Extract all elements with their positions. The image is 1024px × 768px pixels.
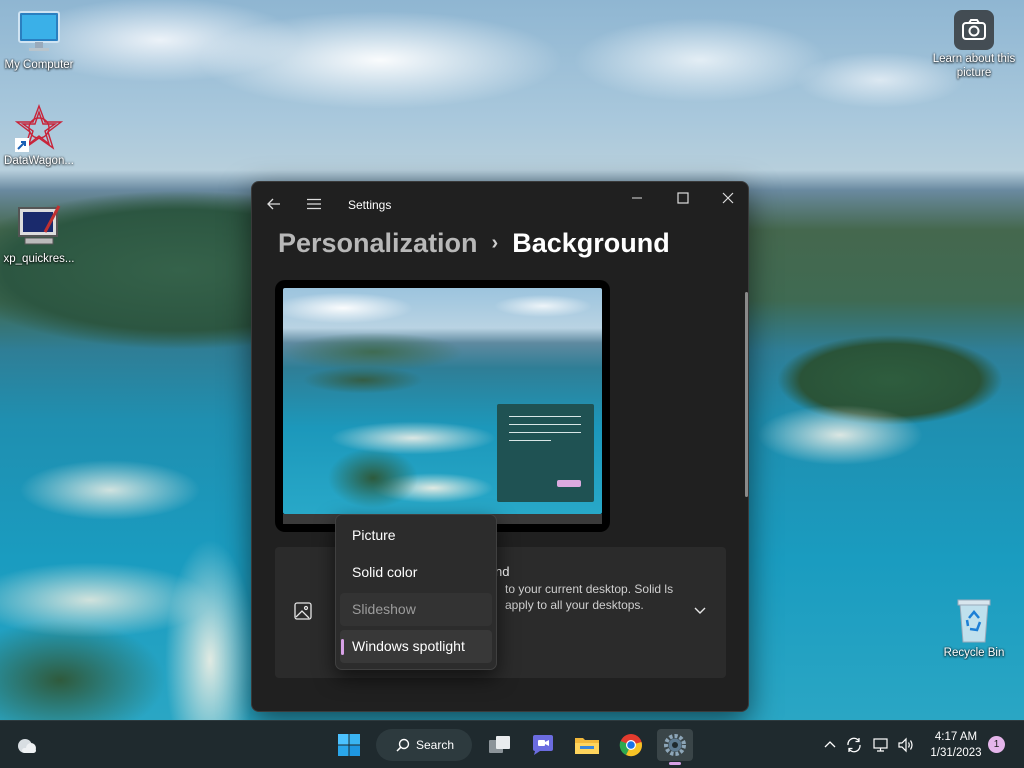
breadcrumb-chevron-icon: › [491,232,499,254]
clock-date: 1/31/2023 [930,747,982,759]
dropdown-option-slideshow[interactable]: Slideshow [340,593,492,626]
desktop-icon-label: Recycle Bin [943,647,1005,659]
file-explorer-button[interactable] [569,729,605,761]
desktop-icon-quickres[interactable]: xp_quickres... [0,202,82,266]
notification-badge[interactable]: 1 [988,736,1005,753]
clock-time: 4:17 AM [934,731,978,743]
task-view-button[interactable] [482,729,518,761]
speaker-icon [898,737,913,753]
taskbar: Search 4:17 AM 1/31/2023 1 [0,720,1024,768]
title-bar: Settings [252,182,748,226]
datawagon-icon [14,104,64,152]
teams-chat-button[interactable] [525,729,561,761]
breadcrumb: Personalization › Background [278,228,670,259]
desktop-icon-datawagon[interactable]: DataWagon... [0,104,82,168]
desktop-icon-label: DataWagon... [4,155,74,167]
back-button[interactable] [260,190,288,218]
learn-about-picture-label: Learn about this picture [932,53,1016,79]
taskbar-search[interactable]: Search [376,729,472,761]
teams-chat-icon [533,735,553,755]
hamburger-menu-icon [307,198,321,210]
taskbar-clock[interactable]: 4:17 AM 1/31/2023 [922,729,990,761]
minimize-button[interactable] [614,182,660,214]
active-app-indicator [669,762,681,765]
desktop-icon-recycle-bin[interactable]: Recycle Bin [931,596,1017,660]
sync-icon [847,737,861,753]
chevron-up-icon [824,741,836,748]
volume-button[interactable] [896,735,916,755]
dropdown-option-label: Windows spotlight [352,638,465,654]
close-button[interactable] [705,182,748,214]
dropdown-option-picture[interactable]: Picture [340,519,492,552]
weather-cloud-icon [18,739,36,753]
search-icon [396,738,410,752]
start-button[interactable] [331,729,367,761]
navigation-menu-button[interactable] [300,190,328,218]
window-title: Settings [348,198,392,212]
settings-taskbar-button[interactable] [657,729,693,765]
maximize-button[interactable] [660,182,706,214]
maximize-icon [677,192,689,204]
preview-wallpaper-image [283,288,602,514]
desktop-icon-label: My Computer [4,59,74,71]
dropdown-option-solid-color[interactable]: Solid color [340,556,492,589]
windows-start-icon [338,734,360,756]
close-icon [722,192,734,204]
dropdown-option-windows-spotlight[interactable]: Windows spotlight [340,630,492,663]
widgets-button[interactable] [11,729,45,761]
wallpaper-beach [750,395,1024,495]
chrome-button[interactable] [613,729,649,761]
task-view-icon [489,736,510,753]
preview-sample-window [497,404,594,502]
settings-gear-icon [664,734,686,756]
recycle-bin-icon [950,596,998,644]
camera-icon [954,10,994,50]
card-description: to your current desktop. Solid ls apply … [505,582,674,612]
chrome-icon [619,734,642,757]
image-icon [293,601,313,626]
desktop-icon-label: xp_quickres... [3,253,75,265]
back-arrow-icon [267,198,280,210]
show-hidden-icons-button[interactable] [820,735,840,755]
preview-accent-button [557,480,581,487]
sync-status-button[interactable] [844,735,864,755]
wallpaper-sandbar [0,420,270,720]
page-title: Background [512,228,670,258]
learn-about-picture[interactable]: Learn about this picture [931,10,1017,80]
scrollbar[interactable] [745,292,748,497]
monitor-icon [15,8,63,56]
background-type-dropdown: Picture Solid color Slideshow Windows sp… [335,514,497,670]
background-preview [275,280,610,532]
chevron-down-icon[interactable] [693,603,707,622]
settings-window: Settings Personalization › Background nd… [251,181,749,712]
minimize-icon [632,197,642,199]
card-title: nd [495,564,510,579]
selection-indicator [341,639,344,655]
network-button[interactable] [871,735,891,755]
quickres-icon [15,202,63,250]
network-icon [873,738,888,752]
desktop-icon-my-computer[interactable]: My Computer [0,8,82,72]
breadcrumb-personalization[interactable]: Personalization [278,228,478,258]
file-explorer-icon [575,738,599,754]
search-label: Search [416,738,455,752]
